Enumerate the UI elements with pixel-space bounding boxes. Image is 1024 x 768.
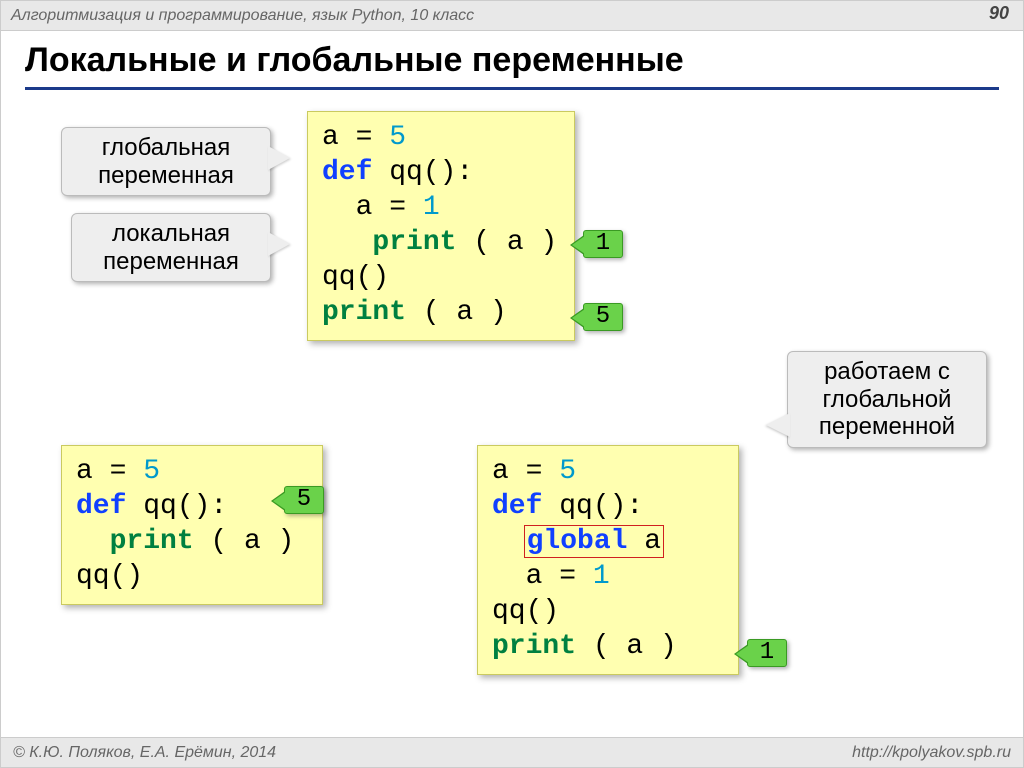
output-flag-5b: 5 — [284, 486, 324, 514]
code-line: print ( a ) — [492, 629, 724, 664]
code-box-3: a = 5 def qq(): global a a = 1 qq() prin… — [477, 445, 739, 675]
callout-line: работаем с — [824, 358, 950, 385]
title-underline — [25, 87, 999, 90]
code-line: global a — [492, 524, 724, 559]
footer-left: © К.Ю. Поляков, Е.А. Ерёмин, 2014 — [13, 744, 276, 762]
code-box-2: a = 5 def qq(): print ( a ) qq() — [61, 445, 323, 605]
code-line: print ( a ) — [322, 225, 560, 260]
header-bar: Алгоритмизация и программирование, язык … — [1, 1, 1023, 31]
code-line: qq() — [492, 594, 724, 629]
callout-global-variable: глобальная переменная — [61, 127, 271, 196]
footer-right: http://kpolyakov.spb.ru — [852, 744, 1011, 762]
code-box-1: a = 5 def qq(): a = 1 print ( a ) qq() p… — [307, 111, 575, 341]
callout-line: переменной — [819, 413, 955, 440]
code-line: print ( a ) — [76, 524, 308, 559]
code-line: def qq(): — [322, 155, 560, 190]
code-line: qq() — [322, 260, 560, 295]
code-line: a = 5 — [492, 454, 724, 489]
footer-bar: © К.Ю. Поляков, Е.А. Ерёмин, 2014 http:/… — [1, 737, 1023, 767]
callout-line: локальная — [112, 220, 230, 247]
code-line: a = 1 — [492, 559, 724, 594]
code-line: print ( a ) — [322, 295, 560, 330]
code-line: a = 5 — [76, 454, 308, 489]
output-flag-1: 1 — [583, 230, 623, 258]
page-number: 90 — [989, 3, 1009, 24]
header-text: Алгоритмизация и программирование, язык … — [11, 7, 474, 25]
code-line: a = 5 — [322, 120, 560, 155]
code-line: a = 1 — [322, 190, 560, 225]
output-flag-1b: 1 — [747, 639, 787, 667]
callout-line: переменная — [103, 248, 239, 275]
callout-local-variable: локальная переменная — [71, 213, 271, 282]
callout-global-use: работаем с глобальной переменной — [787, 351, 987, 448]
output-flag-5: 5 — [583, 303, 623, 331]
slide-title: Локальные и глобальные переменные — [25, 41, 684, 80]
callout-line: переменная — [98, 162, 234, 189]
callout-line: глобальной — [823, 386, 952, 413]
code-line: qq() — [76, 559, 308, 594]
callout-line: глобальная — [102, 134, 231, 161]
code-line: def qq(): — [492, 489, 724, 524]
